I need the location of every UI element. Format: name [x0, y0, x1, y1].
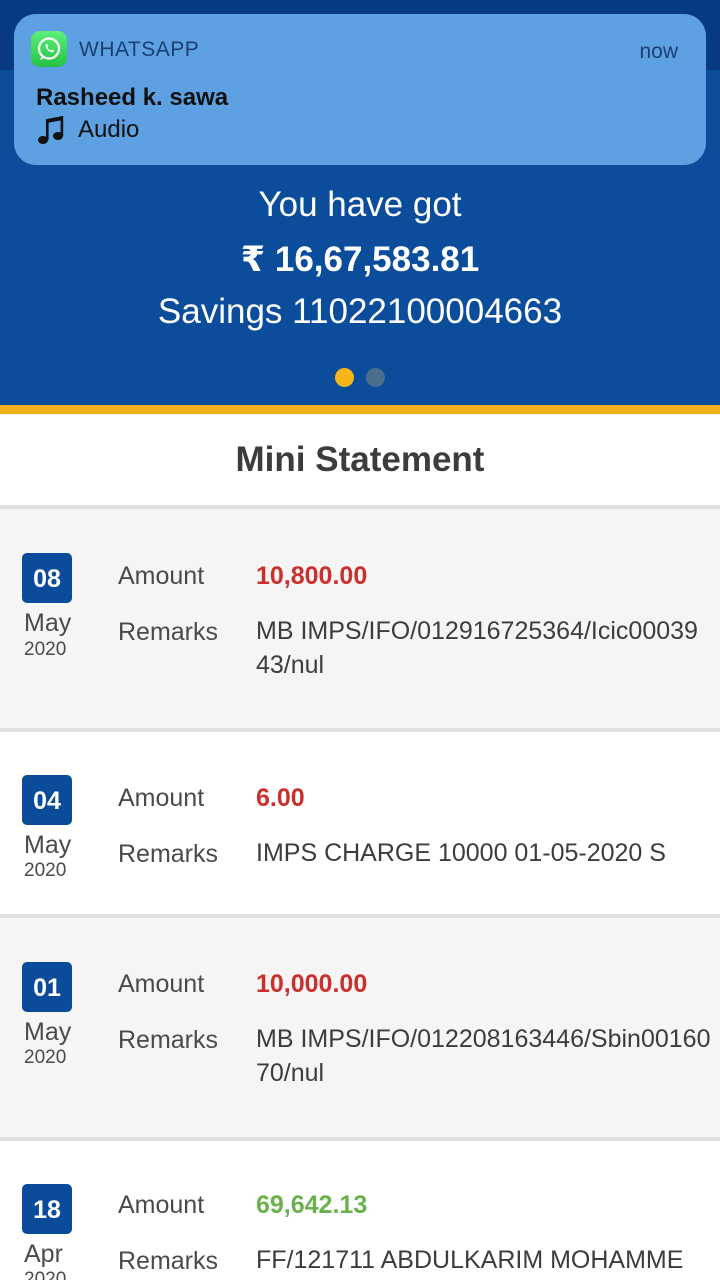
amount-value: 10,000.00	[256, 970, 368, 998]
amount-value: 69,642.13	[256, 1191, 368, 1219]
account-number: Savings 11022100004663	[157, 292, 563, 331]
transaction-row[interactable]: 18 Apr 2020 Amount 69,642.13 Remarks FF/…	[0, 1141, 720, 1280]
amount-value: 6.00	[256, 784, 305, 812]
date-month: Apr	[24, 1240, 63, 1268]
remarks-value: MB IMPS/IFO/012916725364/Icic0003943/nul	[256, 617, 698, 679]
date-day-badge: 18	[22, 1184, 72, 1234]
amount-label: Amount	[118, 784, 205, 812]
account-summary-banner[interactable]: WHATSAPP now Rasheed k. sawa Audio You h…	[0, 0, 720, 405]
remarks-label: Remarks	[118, 618, 219, 646]
notification-message: Audio	[36, 114, 139, 146]
section-title: Mini Statement	[235, 440, 485, 479]
notification-sender: Rasheed k. sawa	[36, 84, 229, 111]
date-month: May	[24, 831, 72, 859]
date-year: 2020	[24, 639, 67, 660]
accent-divider	[0, 405, 720, 414]
transaction-row[interactable]: 04 May 2020 Amount 6.00 Remarks IMPS CHA…	[0, 732, 720, 918]
date-day-badge: 04	[22, 775, 72, 825]
date-day-badge: 01	[22, 962, 72, 1012]
date-month: May	[24, 609, 72, 637]
page-indicator[interactable]	[0, 368, 720, 387]
remarks-value: MB IMPS/IFO/012208163446/Sbin0016070/nul	[256, 1025, 711, 1087]
remarks-value: IMPS CHARGE 10000 01-05-2020 S	[256, 839, 666, 867]
notification-app-name: WHATSAPP	[79, 38, 200, 61]
account-balance: ₹ 16,67,583.81	[240, 240, 480, 279]
date-day-badge: 08	[22, 553, 72, 603]
date-year: 2020	[24, 1047, 67, 1068]
balance-intro: You have got	[258, 185, 462, 224]
page-dot-2[interactable]	[366, 368, 385, 387]
remarks-label: Remarks	[118, 1026, 219, 1054]
amount-label: Amount	[118, 562, 205, 590]
remarks-value: FF/121711 ABDULKARIM MOHAMME	[256, 1246, 684, 1274]
remarks-label: Remarks	[118, 1247, 219, 1275]
amount-value: 10,800.00	[256, 562, 368, 590]
transaction-row[interactable]: 08 May 2020 Amount 10,800.00 Remarks MB …	[0, 509, 720, 732]
mini-statement-header: Mini Statement	[0, 414, 720, 506]
whatsapp-notification[interactable]: WHATSAPP now Rasheed k. sawa Audio	[14, 14, 706, 165]
amount-label: Amount	[118, 970, 205, 998]
page-dot-1[interactable]	[335, 368, 354, 387]
whatsapp-icon	[31, 31, 67, 67]
date-year: 2020	[24, 860, 67, 881]
date-month: May	[24, 1018, 72, 1046]
remarks-label: Remarks	[118, 840, 219, 868]
music-note-icon	[38, 116, 64, 144]
notification-message-text: Audio	[78, 116, 140, 143]
date-year: 2020	[24, 1269, 67, 1280]
transaction-row[interactable]: 01 May 2020 Amount 10,000.00 Remarks MB …	[0, 918, 720, 1141]
notification-time: now	[639, 40, 678, 63]
amount-label: Amount	[118, 1191, 205, 1219]
